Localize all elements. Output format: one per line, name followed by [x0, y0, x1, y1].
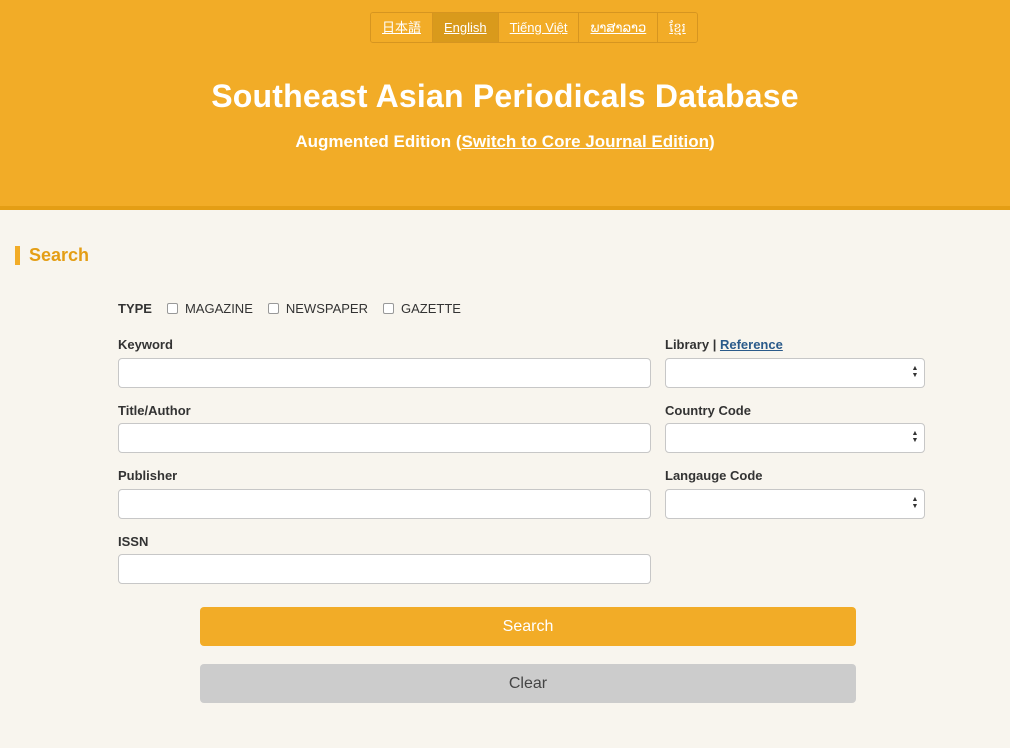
- issn-label: ISSN: [118, 534, 149, 549]
- edition-label: Augmented Edition (: [295, 132, 462, 151]
- reference-link[interactable]: Reference: [720, 337, 783, 352]
- clear-button[interactable]: Clear: [200, 664, 856, 703]
- gazette-label: GAZETTE: [400, 301, 461, 316]
- newspaper-checkbox[interactable]: [267, 303, 279, 314]
- library-label: Library: [665, 337, 710, 352]
- keyword-label: Keyword: [118, 337, 173, 352]
- magazine-label: MAGAZINE: [184, 301, 253, 316]
- select-arrows-icon: ▲ ▼: [911, 365, 919, 379]
- language-code-label: Langauge Code: [665, 468, 763, 483]
- library-select[interactable]: ▲ ▼: [665, 358, 925, 388]
- magazine-checkbox[interactable]: [166, 303, 178, 314]
- page-title: Southeast Asian Periodicals Database: [211, 78, 799, 114]
- language-code-select[interactable]: ▲ ▼: [665, 489, 925, 519]
- edition-subtitle: Augmented Edition (Switch to Core Journa…: [0, 132, 1010, 152]
- publisher-input[interactable]: [118, 489, 651, 519]
- country-code-label: Country Code: [665, 403, 751, 418]
- search-button[interactable]: Search: [200, 607, 856, 646]
- type-filter: TYPE MAGAZINE NEWSPAPER GAZETTE: [118, 301, 476, 316]
- lang-english[interactable]: English: [433, 13, 499, 42]
- library-separator: |: [709, 337, 720, 352]
- lang-japanese[interactable]: 日本語: [371, 13, 434, 42]
- select-arrows-icon: ▲ ▼: [911, 430, 919, 444]
- title-author-label: Title/Author: [118, 403, 191, 418]
- keyword-input[interactable]: [118, 358, 651, 388]
- type-newspaper: NEWSPAPER: [267, 301, 368, 316]
- country-code-select[interactable]: ▲ ▼: [665, 423, 925, 453]
- newspaper-label: NEWSPAPER: [285, 301, 368, 316]
- header-divider: [0, 206, 1010, 210]
- switch-edition-link[interactable]: Switch to Core Journal Edition: [462, 132, 709, 151]
- publisher-label: Publisher: [118, 468, 178, 483]
- lang-lao[interactable]: ພາສາລາວ: [579, 13, 659, 42]
- title-author-input[interactable]: [118, 423, 651, 453]
- lang-khmer[interactable]: ខ្មែរ: [658, 13, 697, 42]
- select-arrows-icon: ▲ ▼: [911, 496, 919, 510]
- type-label: TYPE: [118, 301, 152, 316]
- issn-input[interactable]: [118, 554, 651, 584]
- edition-label-end: ): [709, 132, 715, 151]
- library-label-group: Library | Reference: [665, 337, 783, 352]
- type-gazette: GAZETTE: [382, 301, 461, 316]
- lang-vietnamese[interactable]: Tiếng Việt: [498, 13, 580, 42]
- search-section-title: Search: [15, 246, 89, 265]
- type-magazine: MAGAZINE: [166, 301, 253, 316]
- gazette-checkbox[interactable]: [382, 303, 394, 314]
- language-switcher: 日本語 English Tiếng Việt ພາສາລາວ ខ្មែរ: [370, 12, 698, 43]
